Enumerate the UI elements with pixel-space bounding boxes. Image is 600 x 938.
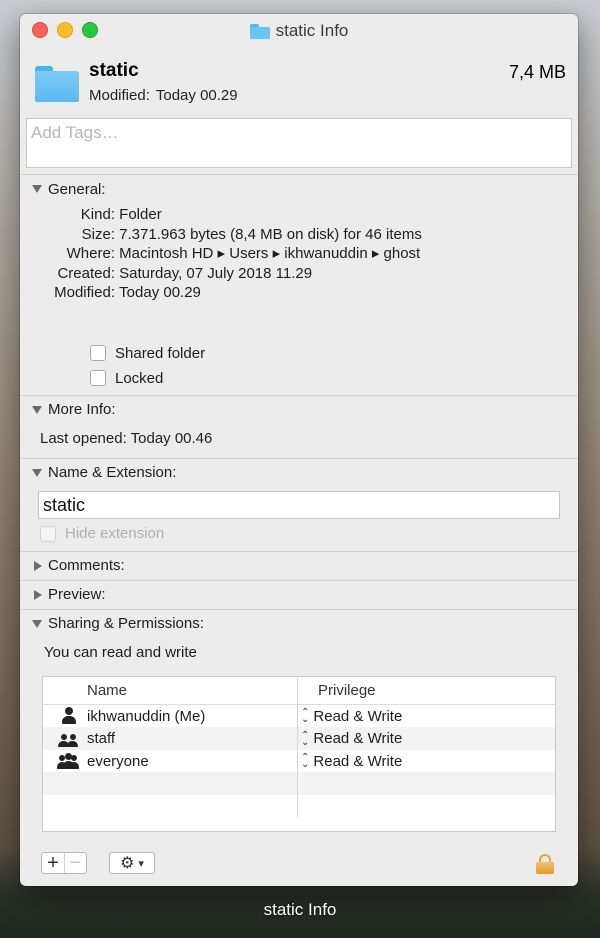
- gear-icon: ⚙: [120, 855, 135, 872]
- file-size: 7,4 MB: [508, 62, 566, 82]
- privilege-popup[interactable]: ⌃ ⌄ Read & Write: [298, 705, 402, 728]
- general-section: General: Kind: Folder Size: 7.371.963 byte…: [20, 174, 578, 391]
- user-icon: [57, 707, 79, 725]
- folder-icon: [249, 23, 270, 39]
- created-row: Created: Saturday, 07 July 2018 11.29: [57, 264, 313, 282]
- general-disclosure[interactable]: General:: [20, 175, 578, 203]
- chevron-down-icon: ▾: [138, 857, 144, 870]
- add-user-button[interactable]: +: [42, 853, 64, 873]
- info-window: static Info static Modified: Today 00.29 …: [20, 14, 578, 886]
- folder-icon: [35, 66, 79, 102]
- privilege-column-header[interactable]: Privilege: [298, 677, 376, 704]
- disclosure-triangle-icon: [32, 405, 42, 414]
- disclosure-triangle-icon: [34, 589, 42, 600]
- file-name: static: [89, 60, 139, 81]
- name-extension-disclosure[interactable]: Name & Extension:: [20, 459, 578, 487]
- action-menu-button[interactable]: ⚙ ▾: [109, 852, 155, 874]
- file-modified: Modified: Today 00.29: [89, 87, 238, 104]
- up-down-arrows-icon: ⌃ ⌄: [301, 729, 310, 748]
- more-info-section: More Info: Last opened: Today 00.46: [20, 394, 578, 454]
- comments-section: Comments:: [20, 550, 578, 580]
- title-bar[interactable]: static Info: [20, 14, 578, 46]
- table-row[interactable]: everyone ⌃ ⌄ Read & Write: [43, 749, 555, 773]
- comments-disclosure[interactable]: Comments:: [20, 552, 578, 580]
- tags-input[interactable]: Add Tags…: [26, 118, 572, 168]
- disclosure-triangle-icon: [32, 619, 42, 628]
- disclosure-triangle-icon: [34, 560, 42, 571]
- checkbox-icon[interactable]: [90, 370, 106, 387]
- name-extension-section: Name & Extension: static Hide extension: [20, 457, 578, 549]
- checkbox-icon[interactable]: [40, 525, 56, 542]
- permissions-toolbar: + − ⚙ ▾: [41, 852, 155, 874]
- name-column-header[interactable]: Name: [43, 676, 298, 704]
- table-row[interactable]: staff ⌃ ⌄ Read & Write: [43, 727, 555, 750]
- kind-row: Kind: Folder: [80, 206, 162, 223]
- preview-section: Preview:: [20, 579, 578, 609]
- table-row[interactable]: ikhwanuddin (Me) ⌃ ⌄ Read & Write: [43, 704, 555, 728]
- privilege-popup[interactable]: ⌃ ⌄ Read & Write: [298, 727, 402, 750]
- last-opened: Last opened: Today 00.46: [40, 430, 213, 448]
- disclosure-triangle-icon: [32, 185, 42, 193]
- general-heading: General:: [48, 180, 106, 198]
- preview-disclosure[interactable]: Preview:: [20, 581, 578, 609]
- permissions-table[interactable]: Name Privilege ikhwanuddin (Me) ⌃ ⌄ Read …: [42, 675, 556, 832]
- sharing-disclosure[interactable]: Sharing & Permissions:: [20, 610, 578, 638]
- size-row: Size: 7.371.963 bytes (8,4 MB on disk) fo…: [81, 225, 422, 243]
- permission-note: You can read and write: [44, 644, 197, 662]
- window-label: static Info: [263, 900, 337, 919]
- table-header: Name Privilege: [43, 676, 555, 705]
- where-row: Where: Macintosh HD ▸ Users ▸ ikhwanuddin…: [66, 245, 421, 263]
- table-row-empty: [43, 772, 555, 795]
- lock-icon[interactable]: [536, 854, 554, 874]
- disclosure-triangle-icon: [32, 468, 42, 477]
- modified-value: Today 00.29: [155, 87, 238, 104]
- everyone-icon: [57, 752, 79, 770]
- modified-label: Modified:: [89, 87, 150, 104]
- privilege-popup[interactable]: ⌃ ⌄ Read & Write: [298, 750, 402, 773]
- shared-folder-checkbox[interactable]: Shared folder: [90, 341, 578, 366]
- sharing-section: Sharing & Permissions: You can read and …: [20, 608, 578, 832]
- up-down-arrows-icon: ⌃ ⌄: [301, 707, 310, 726]
- remove-user-button[interactable]: −: [64, 853, 86, 873]
- more-info-disclosure[interactable]: More Info:: [20, 396, 578, 424]
- group-icon: [57, 730, 79, 748]
- checkbox-icon[interactable]: [90, 345, 106, 362]
- locked-checkbox[interactable]: Locked: [90, 366, 578, 391]
- name-field[interactable]: static: [38, 490, 560, 519]
- window-title: static Info: [20, 21, 578, 41]
- hide-extension-checkbox[interactable]: Hide extension: [20, 519, 578, 549]
- table-row-empty: [43, 794, 555, 818]
- up-down-arrows-icon: ⌃ ⌄: [301, 752, 310, 771]
- add-remove-buttons: + −: [41, 852, 87, 874]
- modified-row: Modified: Today 00.29: [54, 284, 201, 302]
- window-title-text: static Info: [275, 21, 349, 40]
- info-header: static Modified: Today 00.29 7,4 MB: [20, 46, 578, 116]
